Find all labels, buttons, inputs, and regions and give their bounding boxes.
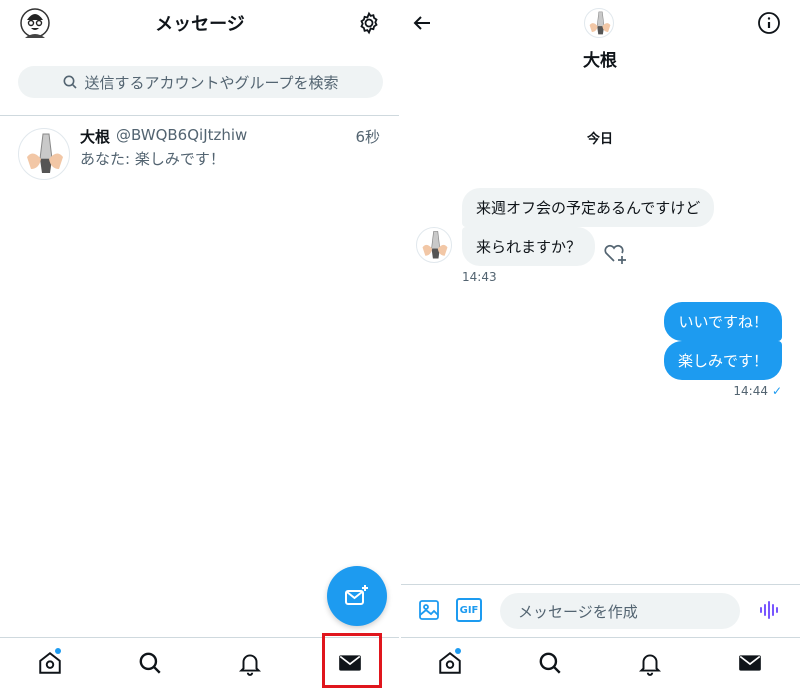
page-title: メッセージ — [155, 14, 245, 35]
home-icon[interactable] — [37, 650, 65, 678]
conversation-title: 大根 — [583, 51, 617, 71]
message-bubble-outgoing[interactable]: いいですね！ — [664, 302, 782, 341]
conversation-name: 大根 — [80, 128, 111, 146]
mail-icon[interactable] — [737, 650, 765, 678]
message-bubble-incoming[interactable]: 来られますか？ — [462, 227, 596, 266]
message-time: 14:44 — [733, 384, 768, 398]
image-icon[interactable] — [417, 598, 441, 622]
compose-message-button[interactable] — [327, 566, 387, 626]
heart-add-icon[interactable] — [602, 240, 628, 266]
info-icon[interactable] — [757, 11, 781, 35]
search-placeholder: 送信するアカウントやグループを検索 — [84, 73, 339, 92]
bell-icon[interactable] — [237, 650, 265, 678]
conversation-handle: @BWQB6QiJtzhiw — [116, 126, 248, 144]
divider — [400, 584, 800, 585]
back-arrow-icon[interactable] — [410, 11, 434, 35]
search-input[interactable]: 送信するアカウントやグループを検索 — [18, 66, 383, 98]
compose-message-icon — [345, 585, 368, 605]
voice-icon[interactable] — [757, 598, 781, 622]
message-bubble-outgoing[interactable]: 楽しみです！ — [663, 341, 782, 380]
conversation-preview: あなた: 楽しみです！ — [80, 150, 225, 168]
conversation-avatar[interactable] — [584, 8, 614, 38]
search-icon — [63, 75, 78, 89]
message-time: 14:43 — [462, 270, 497, 284]
conversation-time: 6秒 — [355, 128, 380, 146]
message-input[interactable]: メッセージを作成 — [500, 593, 740, 629]
panel-divider — [399, 0, 401, 690]
sender-avatar[interactable] — [416, 227, 452, 263]
bottom-nav — [400, 637, 800, 690]
bell-icon[interactable] — [637, 650, 665, 678]
date-separator: 今日 — [586, 132, 613, 147]
conversation-screen: 大根 今日 来週オフ会の予定あるんですけど 来られますか？ 14:43 いいです… — [400, 0, 800, 690]
conversation-item[interactable]: 大根 @BWQB6QiJtzhiw 6秒 あなた: 楽しみです！ — [0, 116, 400, 188]
message-bubble-incoming[interactable]: 来週オフ会の予定あるんですけど — [462, 188, 715, 227]
gear-icon[interactable] — [357, 11, 381, 35]
highlight-box — [322, 633, 382, 688]
explore-icon[interactable] — [137, 650, 165, 678]
messages-list-screen: メッセージ 送信するアカウントやグループを検索 大根 @BWQB6QiJtzhi… — [0, 0, 400, 690]
home-icon[interactable] — [437, 650, 465, 678]
explore-icon[interactable] — [537, 650, 565, 678]
gif-icon[interactable]: GIF — [456, 598, 482, 622]
notification-dot — [455, 648, 461, 654]
conversation-avatar — [18, 128, 70, 180]
read-check-icon: ✓ — [771, 384, 782, 398]
notification-dot — [55, 648, 61, 654]
